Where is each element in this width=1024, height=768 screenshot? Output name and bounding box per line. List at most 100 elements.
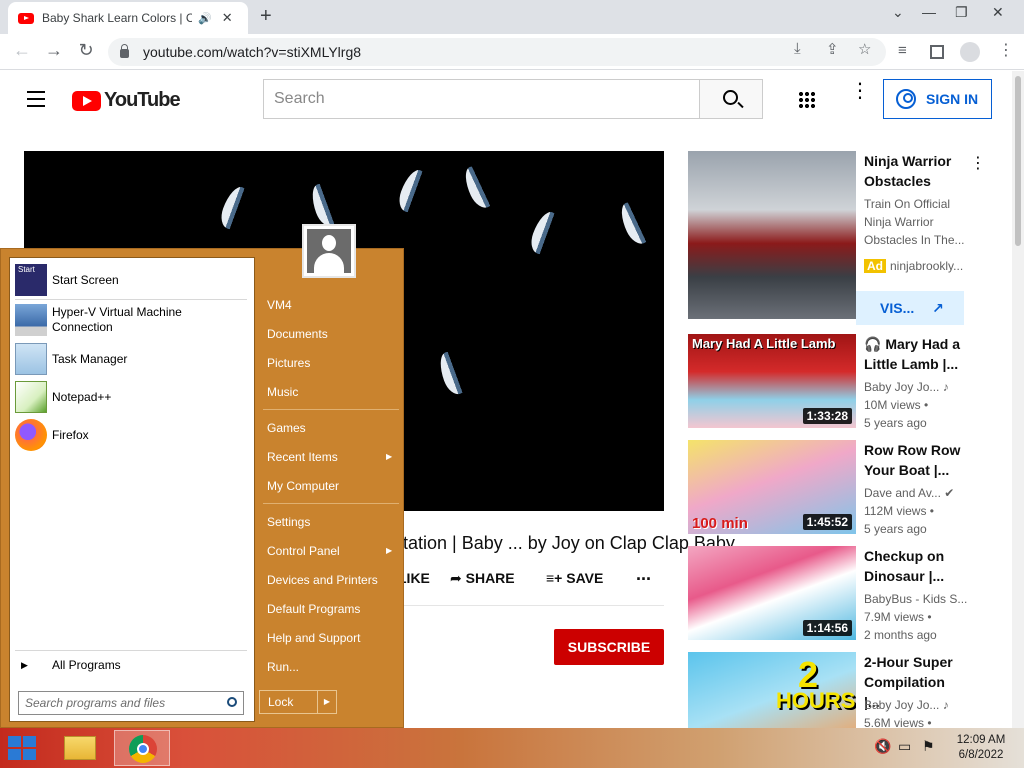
hamburger-menu-icon[interactable]	[27, 91, 45, 112]
start-place-settings[interactable]: Settings	[267, 515, 310, 529]
rec-menu-icon[interactable]: ⋮	[970, 153, 986, 173]
start-item-hyperv[interactable]: Hyper-V Virtual Machine Connection	[15, 304, 215, 336]
folder-icon	[64, 736, 96, 760]
taskbar-chrome[interactable]	[114, 730, 170, 766]
shark-fin-shape	[217, 183, 253, 233]
divider	[15, 650, 247, 651]
start-place-recent-items[interactable]: Recent Items	[267, 450, 338, 464]
recommendation-item[interactable]: 2 HOURS 2-Hour Super Compilation |... Ba…	[688, 652, 1012, 728]
external-link-icon: ↗	[932, 300, 944, 316]
start-place-documents[interactable]: Documents	[267, 327, 328, 341]
volume-muted-icon[interactable]: 🔇	[874, 738, 891, 755]
media-control-icon[interactable]: ≡	[898, 42, 907, 59]
rec-channel[interactable]: Baby Joy Jo... ♪	[864, 378, 974, 396]
tab-search-icon[interactable]: ⌄	[892, 4, 904, 21]
rec-channel[interactable]: Baby Joy Jo... ♪	[864, 696, 974, 714]
task-manager-icon	[15, 343, 47, 375]
start-place-run[interactable]: Run...	[267, 660, 299, 674]
tab-close-icon[interactable]: ✕	[222, 10, 233, 26]
thumb-caption-small: HOURS	[776, 688, 856, 713]
ad-thumbnail[interactable]	[688, 151, 856, 319]
browser-tab-active[interactable]: Baby Shark Learn Colors | Co 🔊 ✕	[8, 2, 248, 34]
search-button[interactable]	[699, 79, 763, 119]
recommendation-item[interactable]: Mary Had A Little Lamb 1:33:28 🎧 Mary Ha…	[688, 334, 1012, 434]
start-item-start-screen[interactable]: Start Start Screen	[15, 264, 119, 296]
recommendation-item[interactable]: 100 min 1:45:52 Row Row Row Your Boat |.…	[688, 440, 1012, 540]
ad-line: Train On Official	[864, 197, 951, 211]
all-programs-button[interactable]: ▶ All Programs	[15, 658, 121, 672]
subscribe-button[interactable]: SUBSCRIBE	[554, 629, 664, 665]
address-bar[interactable]: youtube.com/watch?v=stiXMLYlrg8	[108, 38, 886, 66]
speaker-icon[interactable]: 🔊	[198, 12, 212, 25]
start-screen-icon: Start	[15, 264, 47, 296]
search-icon	[227, 697, 237, 707]
start-place-music[interactable]: Music	[267, 385, 298, 399]
recommendation-ad[interactable]: Ninja Warrior Obstacles Train On Officia…	[688, 151, 1012, 325]
rec-channel[interactable]: BabyBus - Kids S...	[864, 590, 974, 608]
close-window-button[interactable]: ✕	[992, 4, 1004, 21]
side-panel-icon[interactable]	[930, 45, 944, 59]
rec-thumbnail[interactable]: 100 min 1:45:52	[688, 440, 856, 534]
more-actions-button[interactable]: ...	[636, 564, 651, 585]
start-item-firefox[interactable]: Firefox	[15, 419, 89, 451]
chrome-menu-icon[interactable]: ⋮	[998, 40, 1014, 60]
rec-thumbnail[interactable]: 1:14:56	[688, 546, 856, 640]
lock-icon[interactable]	[120, 44, 129, 58]
start-place-default-programs[interactable]: Default Programs	[267, 602, 360, 616]
settings-dots-icon[interactable]: ⋮	[850, 81, 870, 101]
scrollbar-thumb[interactable]	[1015, 76, 1021, 246]
back-arrow-icon[interactable]: ←	[10, 40, 34, 61]
forward-arrow-icon[interactable]: →	[42, 40, 66, 61]
search-input[interactable]: Search	[263, 79, 700, 119]
start-place-devices-printers[interactable]: Devices and Printers	[267, 573, 378, 587]
lock-label: Lock	[268, 695, 294, 709]
start-place-my-computer[interactable]: My Computer	[267, 479, 339, 493]
sign-in-button[interactable]: SIGN IN	[883, 79, 992, 119]
rec-age: 2 months ago	[864, 628, 937, 642]
new-tab-button[interactable]: +	[260, 6, 272, 26]
rec-title[interactable]: Row Row Row Your Boat |...	[864, 440, 964, 480]
start-place-vm4[interactable]: VM4	[267, 298, 292, 312]
ad-visit-button[interactable]: VIS... ↗	[856, 291, 964, 325]
rec-thumbnail[interactable]: 2 HOURS	[688, 652, 856, 728]
tab-title: Baby Shark Learn Colors | Co	[42, 11, 192, 25]
start-button[interactable]	[8, 736, 40, 762]
minimize-button[interactable]: —	[922, 4, 936, 20]
shutdown-options-arrow-icon[interactable]: ▶	[317, 691, 336, 713]
apps-grid-icon[interactable]	[798, 91, 816, 109]
rec-title[interactable]: Checkup on Dinosaur |...	[864, 546, 964, 586]
start-place-pictures[interactable]: Pictures	[267, 356, 310, 370]
start-place-games[interactable]: Games	[267, 421, 306, 435]
playlist-add-icon: ≡+	[546, 570, 567, 586]
start-item-notepadpp[interactable]: Notepad++	[15, 381, 111, 413]
recommendation-item[interactable]: 1:14:56 Checkup on Dinosaur |... BabyBus…	[688, 546, 1012, 646]
sign-in-label: SIGN IN	[926, 91, 979, 107]
rec-title[interactable]: 🎧 Mary Had a Little Lamb |...	[864, 334, 964, 374]
submenu-arrow-icon: ▶	[386, 452, 393, 461]
start-place-help-support[interactable]: Help and Support	[267, 631, 360, 645]
start-place-control-panel[interactable]: Control Panel	[267, 544, 340, 558]
browser-toolbar: ← → ↻ youtube.com/watch?v=stiXMLYlrg8 ⤓ …	[0, 34, 1024, 70]
system-clock[interactable]: 12:09 AM 6/8/2022	[950, 733, 1012, 763]
chrome-icon	[129, 735, 157, 763]
bookmark-star-icon[interactable]: ☆	[858, 40, 871, 58]
share-icon[interactable]: ⇪	[826, 40, 839, 58]
install-icon[interactable]: ⤓	[794, 40, 801, 57]
share-button[interactable]: ➦ SHARE	[450, 570, 515, 587]
restore-button[interactable]: ❐	[955, 4, 968, 21]
start-search-input[interactable]: Search programs and files	[18, 691, 244, 715]
rec-title[interactable]: Ninja Warrior Obstacles	[864, 151, 968, 191]
start-item-task-manager[interactable]: Task Manager	[15, 343, 127, 375]
rec-thumbnail[interactable]: Mary Had A Little Lamb 1:33:28	[688, 334, 856, 428]
profile-avatar-icon[interactable]	[960, 42, 980, 62]
taskbar-file-explorer[interactable]	[52, 730, 108, 766]
youtube-logo[interactable]: YouTube	[72, 89, 181, 112]
rec-channel[interactable]: Dave and Av... ✔	[864, 484, 974, 502]
save-button[interactable]: ≡+ SAVE	[546, 570, 603, 586]
action-center-flag-icon[interactable]: ⚑	[922, 738, 935, 755]
network-icon[interactable]: ▭	[898, 738, 911, 755]
start-search-placeholder: Search programs and files	[25, 696, 166, 710]
page-scrollbar[interactable]	[1012, 71, 1024, 728]
lock-button[interactable]: Lock ▶	[259, 690, 337, 714]
reload-icon[interactable]: ↻	[74, 40, 98, 61]
